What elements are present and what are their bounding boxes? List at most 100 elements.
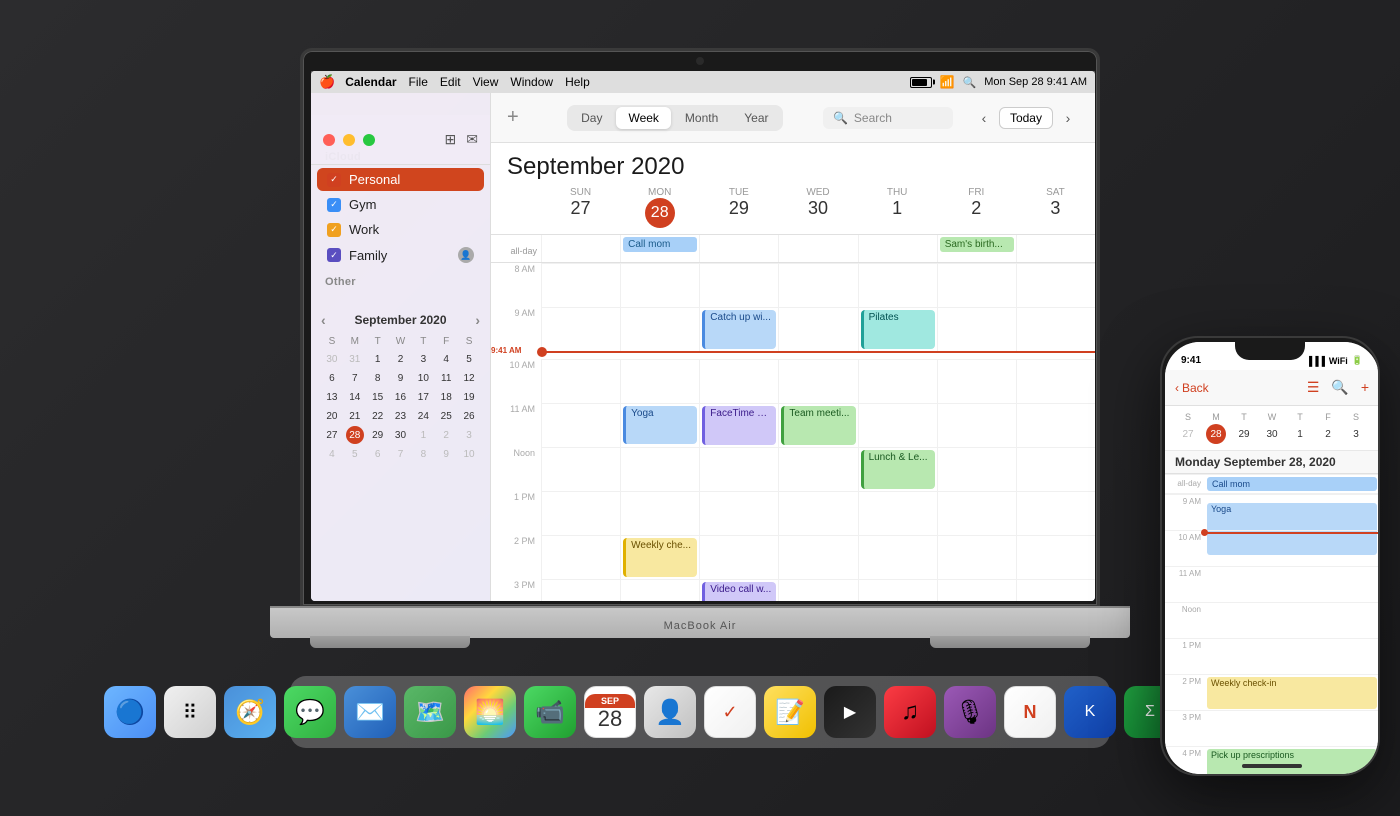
- prev-week-button[interactable]: ‹: [973, 107, 995, 129]
- mini-cal-day[interactable]: 3: [460, 426, 478, 444]
- mini-cal-day[interactable]: 12: [460, 369, 478, 387]
- mini-cal-day[interactable]: 22: [369, 407, 387, 425]
- cell-sun-8[interactable]: [541, 263, 620, 307]
- mini-cal-day[interactable]: 15: [369, 388, 387, 406]
- cell-sat-8[interactable]: [1016, 263, 1095, 307]
- cell-thu-1[interactable]: [858, 491, 937, 535]
- dock-messages[interactable]: 💬: [284, 686, 336, 738]
- menubar-edit[interactable]: Edit: [440, 75, 461, 89]
- cell-sat-9[interactable]: [1016, 307, 1095, 351]
- cell-thu-3[interactable]: [858, 579, 937, 601]
- dock-photos[interactable]: 🌅: [464, 686, 516, 738]
- mini-cal-day[interactable]: 9: [391, 369, 409, 387]
- day-header-fri[interactable]: Fri 2: [937, 185, 1016, 230]
- cell-tue-2[interactable]: [699, 535, 778, 579]
- cell-fri-9[interactable]: [937, 307, 1016, 351]
- cell-sat-10[interactable]: [1016, 359, 1095, 403]
- iphone-mini-day-28[interactable]: 28: [1206, 424, 1226, 444]
- event-lunchlead[interactable]: Lunch & Le...: [861, 450, 935, 489]
- mini-cal-day[interactable]: 3: [414, 350, 432, 368]
- event-videocall[interactable]: Video call w...: [702, 582, 776, 601]
- cell-sat-3[interactable]: [1016, 579, 1095, 601]
- cell-sun-9[interactable]: [541, 307, 620, 351]
- dock-maps[interactable]: 🗺️: [404, 686, 456, 738]
- mini-cal-day[interactable]: 27: [323, 426, 341, 444]
- event-weeklycheckmon[interactable]: Weekly che...: [623, 538, 697, 577]
- cell-fri-1[interactable]: [937, 491, 1016, 535]
- cell-mon-1[interactable]: [620, 491, 699, 535]
- calendar-family[interactable]: ✓ Family 👤: [317, 243, 484, 267]
- mini-cal-day[interactable]: 7: [391, 445, 409, 463]
- iphone-mini-day-2[interactable]: 2: [1318, 424, 1338, 444]
- dock-finder[interactable]: 🔵: [104, 686, 156, 738]
- allday-mon[interactable]: Call mom: [620, 235, 699, 262]
- calendar-gym[interactable]: ✓ Gym: [317, 193, 484, 216]
- day-header-tue[interactable]: Tue 29: [699, 185, 778, 230]
- mini-cal-day[interactable]: 1: [414, 426, 432, 444]
- cell-thu-9[interactable]: Pilates: [858, 307, 937, 351]
- mini-cal-day[interactable]: 17: [414, 388, 432, 406]
- cell-fri-11[interactable]: [937, 403, 1016, 447]
- mini-cal-day[interactable]: 10: [414, 369, 432, 387]
- cell-tue-1[interactable]: [699, 491, 778, 535]
- event-teammeeting[interactable]: Team meeti...: [781, 406, 855, 445]
- iphone-list-icon[interactable]: ☰: [1307, 379, 1320, 396]
- cell-tue-8[interactable]: [699, 263, 778, 307]
- cell-fri-8[interactable]: [937, 263, 1016, 307]
- search-menubar-icon[interactable]: 🔍: [963, 76, 977, 89]
- event-catchup[interactable]: Catch up wi...: [702, 310, 776, 349]
- cell-thu-noon[interactable]: Lunch & Le...: [858, 447, 937, 491]
- mini-cal-day[interactable]: 5: [460, 350, 478, 368]
- cell-wed-8[interactable]: [778, 263, 857, 307]
- cell-wed-11[interactable]: Team meeti...: [778, 403, 857, 447]
- cell-sun-3[interactable]: [541, 579, 620, 601]
- cell-sun-2[interactable]: [541, 535, 620, 579]
- dock-mail[interactable]: ✉️: [344, 686, 396, 738]
- mini-cal-day[interactable]: 4: [437, 350, 455, 368]
- cell-sun-1[interactable]: [541, 491, 620, 535]
- iphone-mini-day-3[interactable]: 3: [1346, 424, 1366, 444]
- dock-contacts[interactable]: 👤: [644, 686, 696, 738]
- cell-tue-3[interactable]: Video call w...: [699, 579, 778, 601]
- menubar-view[interactable]: View: [473, 75, 499, 89]
- close-button[interactable]: [323, 134, 335, 146]
- cell-tue-11[interactable]: FaceTime w...: [699, 403, 778, 447]
- event-pilates[interactable]: Pilates: [861, 310, 935, 349]
- calendar-personal[interactable]: ✓ Personal: [317, 168, 484, 191]
- mini-cal-day[interactable]: 6: [323, 369, 341, 387]
- next-week-button[interactable]: ›: [1057, 107, 1079, 129]
- day-header-sat[interactable]: Sat 3: [1016, 185, 1095, 230]
- iphone-add-icon[interactable]: +: [1361, 379, 1369, 396]
- cell-thu-11[interactable]: [858, 403, 937, 447]
- mini-cal-day[interactable]: 19: [460, 388, 478, 406]
- mini-cal-day[interactable]: 7: [346, 369, 364, 387]
- day-header-wed[interactable]: Wed 30: [778, 185, 857, 230]
- event-yoga[interactable]: Yoga: [623, 406, 697, 444]
- iphone-mini-day-30[interactable]: 30: [1262, 424, 1282, 444]
- dock-notes[interactable]: 📝: [764, 686, 816, 738]
- mini-cal-day[interactable]: 5: [346, 445, 364, 463]
- mini-cal-day[interactable]: 13: [323, 388, 341, 406]
- cell-mon-10[interactable]: [620, 359, 699, 403]
- mini-cal-day[interactable]: 26: [460, 407, 478, 425]
- cell-wed-2[interactable]: [778, 535, 857, 579]
- cell-sat-1[interactable]: [1016, 491, 1095, 535]
- mini-cal-day[interactable]: 29: [369, 426, 387, 444]
- mini-cal-day[interactable]: 9: [437, 445, 455, 463]
- cell-fri-10[interactable]: [937, 359, 1016, 403]
- cell-wed-noon[interactable]: [778, 447, 857, 491]
- dock-calendar[interactable]: SEP 28: [584, 686, 636, 738]
- mini-cal-day[interactable]: 18: [437, 388, 455, 406]
- cell-fri-3[interactable]: [937, 579, 1016, 601]
- iphone-event-weeklycheckin[interactable]: Weekly check-in: [1207, 677, 1377, 709]
- cell-wed-1[interactable]: [778, 491, 857, 535]
- cell-wed-9[interactable]: [778, 307, 857, 351]
- mini-cal-day[interactable]: 8: [414, 445, 432, 463]
- mini-cal-today[interactable]: 28: [346, 426, 364, 444]
- add-event-button[interactable]: +: [507, 106, 519, 129]
- dock-safari[interactable]: 🧭: [224, 686, 276, 738]
- time-grid[interactable]: 8 AM 9 AM: [491, 263, 1095, 601]
- mini-cal-prev[interactable]: ‹: [321, 312, 326, 328]
- dock-music[interactable]: ♫: [884, 686, 936, 738]
- mini-cal-day[interactable]: 10: [460, 445, 478, 463]
